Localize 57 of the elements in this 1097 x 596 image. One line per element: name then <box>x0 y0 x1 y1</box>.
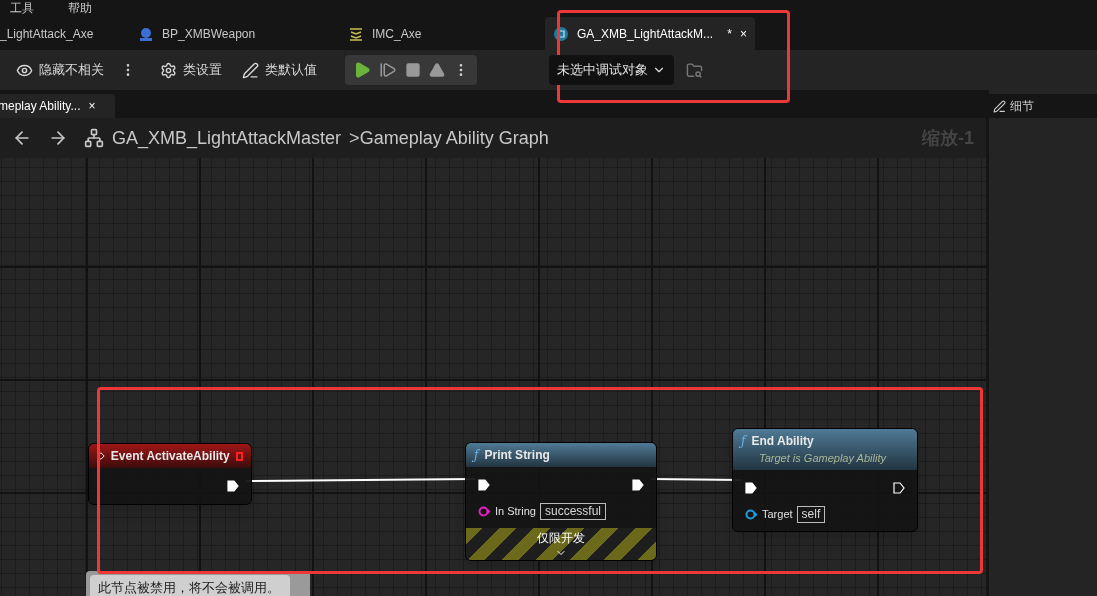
breadcrumb-separator: > <box>349 126 360 150</box>
graph-icon <box>84 128 104 148</box>
data-pin-icon[interactable] <box>478 506 491 517</box>
node-title: Print String <box>484 447 550 464</box>
document-tab[interactable]: _LightAttack_Axe <box>0 17 130 50</box>
document-tab[interactable]: GA_XMB_LightAttackM... * × <box>545 17 755 50</box>
tab-label: _LightAttack_Axe <box>0 25 94 43</box>
menu-item[interactable]: 帮助 <box>68 2 92 14</box>
document-tab[interactable]: BP_XMBWeapon <box>130 17 340 50</box>
node-title: End Ability <box>751 433 814 450</box>
panel-title: 细节 <box>1010 98 1034 115</box>
pin-value-field[interactable]: self <box>796 505 826 523</box>
close-tab-button[interactable]: × <box>740 24 747 43</box>
pin-label: Target <box>762 506 793 522</box>
pencil-icon <box>993 99 1006 113</box>
menu-item[interactable]: 工具 <box>10 2 34 14</box>
exec-output-pin-icon[interactable] <box>227 480 239 492</box>
tab-label: GA_XMB_LightAttackM... <box>577 25 714 43</box>
play-icon[interactable] <box>353 61 371 79</box>
blueprint-icon <box>138 25 154 42</box>
ability-icon <box>553 25 569 42</box>
graph-node[interactable]: Event ActivateAbility <box>88 443 252 505</box>
event-icon <box>97 450 105 462</box>
node-title: Event ActivateAbility <box>110 448 230 465</box>
debug-object-dropdown[interactable]: 未选中调试对象 <box>549 55 674 85</box>
eject-icon[interactable] <box>429 62 445 78</box>
pencil-icon <box>242 61 259 79</box>
stop-icon[interactable] <box>405 62 421 78</box>
comment-text: 此节点被禁用，将不会被调用。 <box>98 580 280 595</box>
exec-output-pin-icon[interactable] <box>632 479 644 491</box>
toolbar-button[interactable]: 隐藏不相关 <box>12 60 108 80</box>
tab-label: IMC_Axe <box>372 25 422 43</box>
modified-mark: * <box>727 25 732 43</box>
mapping-icon <box>348 25 364 42</box>
node-subtitle: Target is Gameplay Ability <box>758 451 888 466</box>
graph-node[interactable]: ƒ End Ability Target is Gameplay Ability Target self <box>732 428 918 532</box>
exec-input-pin-icon[interactable] <box>745 481 757 494</box>
pin-value-field[interactable]: successful <box>539 503 606 520</box>
function-glyph: ƒ <box>474 447 479 464</box>
banner-label: 仅限开发 <box>537 530 585 547</box>
folder-search-icon[interactable] <box>686 61 703 79</box>
tab-label: BP_XMBWeapon <box>162 25 256 43</box>
delegate-pin-icon[interactable] <box>235 451 243 461</box>
exec-output-pin-icon[interactable] <box>893 481 905 494</box>
breadcrumb-item[interactable]: Gameplay Ability Graph <box>359 124 549 152</box>
data-pin-icon[interactable] <box>745 508 758 520</box>
toolbar-button[interactable]: 类设置 <box>156 60 226 80</box>
close-tab-button[interactable]: × <box>88 97 96 115</box>
toolbar-button[interactable]: 类默认值 <box>238 60 321 80</box>
function-glyph: ƒ <box>741 433 746 450</box>
settings-icon <box>160 61 177 79</box>
document-tab[interactable]: IMC_Axe <box>340 17 545 50</box>
pin-label: In String <box>495 504 536 520</box>
step-icon[interactable] <box>379 61 397 79</box>
exec-input-pin-icon[interactable] <box>478 479 490 491</box>
breadcrumb-item[interactable]: GA_XMB_LightAttackMaster <box>112 124 342 152</box>
graph-node[interactable]: ƒ Print String In String successful 仅限开发 <box>465 442 657 561</box>
